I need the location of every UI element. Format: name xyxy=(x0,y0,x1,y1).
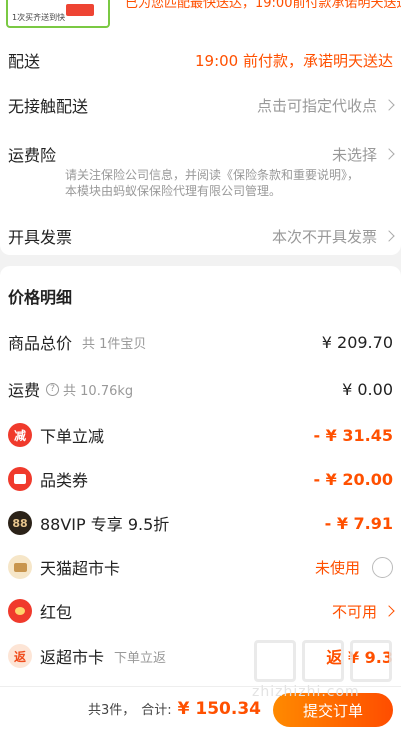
category-coupon-label: 品类券 xyxy=(40,471,89,490)
chevron-right-icon xyxy=(383,230,395,242)
top-product-strip: 1次买齐送到快 已为您匹配最快送达，19:00前付款承诺明天送达 xyxy=(0,0,401,30)
shipping-insurance-row[interactable]: 运费险 未选择 xyxy=(0,140,401,168)
goods-total-sub: 共 1件宝贝 xyxy=(82,336,147,352)
brand-logo-icon xyxy=(66,4,94,16)
vip-88-icon: 88 xyxy=(8,511,32,535)
total-price: ¥ 150.34 xyxy=(177,699,261,719)
delivery-label: 配送 xyxy=(8,52,41,71)
category-coupon-row[interactable]: 品类券 - ¥ 20.00 xyxy=(0,465,401,493)
product-thumbnail[interactable]: 1次买齐送到快 xyxy=(6,0,110,28)
tmall-card-label: 天猫超市卡 xyxy=(40,559,121,578)
tmall-card-radio[interactable] xyxy=(372,556,393,578)
invoice-row[interactable]: 开具发票 本次不开具发票 xyxy=(0,222,401,250)
shipping-value: ¥ 0.00 xyxy=(342,379,393,399)
order-total: 共3件， 合计: ¥ 150.34 xyxy=(88,699,261,719)
red-packet-icon xyxy=(8,599,32,623)
total-label: 合计: xyxy=(141,703,172,718)
submit-order-button[interactable]: 提交订单 xyxy=(273,693,393,727)
vip-discount-label: 88VIP 专享 9.5折 xyxy=(40,515,170,534)
chevron-right-icon xyxy=(383,99,395,111)
invoice-label: 开具发票 xyxy=(8,228,73,247)
goods-total-label: 商品总价 xyxy=(8,334,73,353)
coupon-icon xyxy=(8,467,32,491)
delivery-row[interactable]: 配送 19:00 前付款，承诺明天送达 xyxy=(0,46,401,74)
shipping-weight: 共 10.76kg xyxy=(63,383,134,399)
shipping-label: 运费 xyxy=(8,381,41,400)
red-packet-row[interactable]: 红包 不可用 xyxy=(0,597,401,625)
checkout-bar: 共3件， 合计: ¥ 150.34 提交订单 xyxy=(0,686,401,731)
invoice-value: 本次不开具发票 xyxy=(271,227,377,246)
cashback-label: 返超市卡 xyxy=(40,648,105,667)
cutoff-delivery-text: 已为您匹配最快送达，19:00前付款承诺明天送达 xyxy=(125,0,401,11)
category-coupon-value: - ¥ 20.00 xyxy=(313,469,393,489)
instant-discount-row: 减下单立减 - ¥ 31.45 xyxy=(0,421,401,449)
contactless-delivery-row[interactable]: 无接触配送 点击可指定代收点 xyxy=(0,91,401,119)
goods-total-value: ¥ 209.70 xyxy=(321,332,393,352)
shipping-fee-row: 运费? 共 10.76kg ¥ 0.00 xyxy=(0,375,401,403)
goods-total-row: 商品总价共 1件宝贝 ¥ 209.70 xyxy=(0,328,401,356)
chevron-right-icon xyxy=(383,605,395,617)
vip-discount-row: 88 88VIP 专享 9.5折 - ¥ 7.91 xyxy=(0,509,401,537)
vip-discount-value: - ¥ 7.91 xyxy=(324,513,393,533)
chevron-right-icon xyxy=(383,148,395,160)
red-packet-label: 红包 xyxy=(40,603,73,622)
cashback-icon: 返 xyxy=(8,644,32,668)
discount-icon: 减 xyxy=(8,423,32,447)
order-options-card: 1次买齐送到快 已为您匹配最快送达，19:00前付款承诺明天送达 配送 19:0… xyxy=(0,0,401,255)
cashback-sub: 下单立返 xyxy=(114,650,167,666)
cashback-value: 返 ¥ 9.3 xyxy=(326,648,393,667)
delivery-value: 19:00 前付款，承诺明天送达 xyxy=(195,51,393,70)
item-count: 共3件， xyxy=(87,703,136,718)
tmall-card-row[interactable]: 天猫超市卡 未使用 xyxy=(0,553,401,581)
insurance-value: 未选择 xyxy=(331,145,377,164)
supermarket-card-icon xyxy=(8,555,32,579)
thumbnail-label: 1次买齐送到快 xyxy=(12,13,66,22)
help-icon[interactable]: ? xyxy=(46,382,60,396)
contactless-value: 点击可指定代收点 xyxy=(256,96,377,115)
instant-discount-value: - ¥ 31.45 xyxy=(313,425,393,445)
contactless-label: 无接触配送 xyxy=(8,97,89,116)
cashback-row: 返返超市卡 下单立返 返 ¥ 9.3 xyxy=(0,642,401,670)
insurance-description: 请关注保险公司信息，并阅读《保险条款和重要说明》，本模块由蚂蚁保保险代理有限公司… xyxy=(65,168,360,198)
instant-discount-label: 下单立减 xyxy=(40,427,105,446)
price-detail-title: 价格明细 xyxy=(8,288,73,307)
insurance-label: 运费险 xyxy=(8,146,57,165)
tmall-card-value: 未使用 xyxy=(314,558,360,577)
red-packet-value: 不可用 xyxy=(331,602,377,621)
